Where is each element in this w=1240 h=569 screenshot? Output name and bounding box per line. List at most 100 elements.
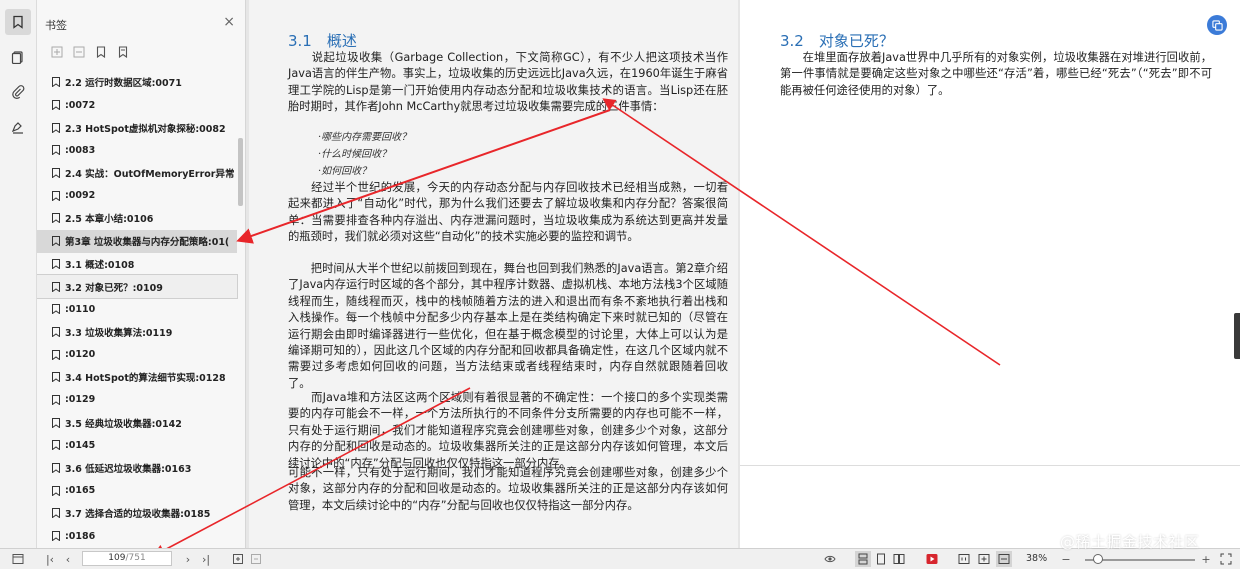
play-slideshow-button[interactable] [924, 551, 940, 567]
bookmark-item[interactable]: 3.5 经典垃圾收集器:0142 [37, 411, 237, 434]
thumbnail-panel-button[interactable] [5, 44, 31, 70]
last-page-button[interactable]: ›| [198, 551, 214, 567]
bookmark-item[interactable]: 2.5 本章小结:0106 [37, 207, 237, 230]
bookmark-label: :0186 [65, 530, 96, 542]
bookmark-label: 3.5 经典垃圾收集器:0142 [65, 418, 182, 430]
attachment-icon [12, 85, 25, 99]
sidebar-toggle-icon [12, 554, 24, 564]
bookmark-item[interactable]: 3.2 对象已死？:0109 [37, 274, 238, 299]
thumbnail-icon [11, 51, 23, 64]
continuous-view-icon [858, 553, 868, 565]
add-bookmark-icon [96, 46, 106, 58]
bookmark-panel: 书签 × 2.2 运行时数据区域:0071:0072 2.3 HotSpot虚拟机… [37, 0, 246, 548]
left-toolbar-rail [0, 0, 37, 548]
collapse-icon [73, 46, 85, 58]
zoom-out-button[interactable]: − [1058, 551, 1074, 567]
bookmark-item[interactable]: :0083 [37, 139, 237, 162]
bookmark-item[interactable]: 2.4 实战：OutOfMemoryError异常 [37, 162, 237, 185]
bookmark-label: 3.2 对象已死？:0109 [65, 282, 163, 294]
single-page-button[interactable] [873, 551, 889, 567]
continuous-view-button[interactable] [855, 551, 871, 567]
fit-width-button[interactable] [996, 551, 1012, 567]
bookmark-item[interactable]: :0129 [37, 389, 237, 412]
close-icon[interactable]: × [223, 14, 235, 30]
add-bookmark-button[interactable] [93, 44, 109, 60]
bookmark-label: :0129 [65, 394, 96, 406]
bookmark-icon [52, 122, 60, 133]
bookmark-label: :0110 [65, 303, 96, 315]
eye-protection-button[interactable] [822, 551, 838, 567]
first-page-button[interactable]: |‹ [42, 551, 58, 567]
bookmark-label: 2.5 本章小结:0106 [65, 214, 154, 226]
watermark: @稀土掘金技术社区 [1060, 533, 1200, 551]
bookmark-icon [52, 417, 60, 428]
bookmark-item[interactable]: :0145 [37, 434, 237, 457]
bookmark-item[interactable]: 3.4 HotSpot的算法细节实现:0128 [37, 366, 237, 389]
bookmark-label: 3.7 选择合适的垃圾收集器:0185 [65, 509, 211, 521]
attachment-panel-button[interactable] [5, 79, 31, 105]
bookmark-item[interactable]: 3.7 选择合适的垃圾收集器:0185 [37, 502, 237, 525]
bookmark-icon [52, 236, 60, 247]
bookmark-list: 2.2 运行时数据区域:0071 :0072 2.3 HotSpot虚拟机对象探秘:… [37, 71, 238, 548]
page-divider [740, 465, 1240, 466]
bookmark-icon [52, 77, 60, 88]
paragraph-heap: 而Java堆和方法区这两个区域则有着很显著的不确定性：一个接口的多个实现类需要的… [288, 391, 728, 470]
bookmark-item[interactable]: :0165 [37, 479, 237, 502]
bookmark-icon [52, 281, 60, 292]
fit-width-icon [998, 554, 1010, 564]
bookmark-label: :0072 [65, 99, 96, 111]
zoom-in-button[interactable]: + [1198, 551, 1214, 567]
bookmark-scrollbar[interactable] [238, 138, 243, 206]
bookmark-icon [52, 304, 60, 315]
bookmark-label: 3.4 HotSpot的算法细节实现:0128 [65, 373, 226, 385]
bookmark-item[interactable]: 3.6 低延迟垃圾收集器:0163 [37, 457, 237, 480]
paragraph-heap-repeat: 可能不一样，只有处于运行期间，我们才能知道程序究竟会创建哪些对象，创建多少个对象… [288, 466, 728, 512]
remove-bookmark-button[interactable] [115, 44, 131, 60]
bookmark-item[interactable]: :0186 [37, 525, 237, 548]
bookmark-label: 3.6 低延迟垃圾收集器:0163 [65, 464, 192, 476]
zoom-level[interactable]: 38% [1026, 553, 1047, 564]
fit-page-icon [978, 554, 990, 564]
bookmark-panel-button[interactable] [5, 9, 31, 35]
eye-icon [824, 555, 836, 563]
signature-icon [11, 122, 23, 134]
fit-page-button[interactable] [976, 551, 992, 567]
bookmark-item[interactable]: :0110 [37, 298, 237, 321]
bookmark-tools [49, 44, 131, 60]
export-button[interactable] [248, 551, 264, 567]
two-page-button[interactable] [891, 551, 907, 567]
section-title-3-2: 3.2 对象已死？ [780, 32, 894, 50]
bookmark-item[interactable]: 2.3 HotSpot虚拟机对象探秘:0082 [37, 116, 237, 139]
bookmark-icon [13, 15, 23, 29]
bookmark-icon [52, 213, 60, 224]
rotate-button[interactable] [230, 551, 246, 567]
next-page-button[interactable]: › [180, 551, 196, 567]
bookmark-item[interactable]: 3.1 概述:0108 [37, 253, 237, 276]
bookmark-item[interactable]: 2.2 运行时数据区域:0071 [37, 71, 237, 94]
expand-all-button[interactable] [49, 44, 65, 60]
page-number-input[interactable]: 109/751 [82, 551, 172, 566]
actual-size-button[interactable] [956, 551, 972, 567]
current-page: 109 [108, 553, 126, 563]
translate-float-button[interactable] [1207, 15, 1227, 35]
bookmark-icon [52, 394, 60, 405]
bookmark-icon [52, 100, 60, 111]
sidebar-toggle-button[interactable] [10, 551, 26, 567]
signature-panel-button[interactable] [5, 114, 31, 140]
bookmark-icon [52, 190, 60, 201]
bookmark-icon [52, 531, 60, 542]
bookmark-label: 3.1 概述:0108 [65, 259, 135, 271]
single-page-icon [877, 553, 885, 565]
actual-size-icon [958, 554, 970, 564]
prev-page-button[interactable]: ‹ [60, 551, 76, 567]
bookmark-item[interactable]: :0072 [37, 94, 237, 117]
collapse-all-button[interactable] [71, 44, 87, 60]
side-panel-handle[interactable] [1234, 313, 1240, 359]
bookmark-item[interactable]: 3.3 垃圾收集算法:0119 [37, 321, 237, 344]
fullscreen-button[interactable] [1218, 551, 1234, 567]
bookmark-item[interactable]: :0120 [37, 343, 237, 366]
paragraph-intro: 说起垃圾收集（Garbage Collection，下文简称GC），有不少人把这… [288, 51, 728, 114]
status-bar: |‹ ‹ › ›| − + [0, 548, 1240, 569]
bookmark-item[interactable]: 第3章 垃圾收集器与内存分配策略:01( [37, 229, 237, 253]
bookmark-item[interactable]: :0092 [37, 184, 237, 207]
